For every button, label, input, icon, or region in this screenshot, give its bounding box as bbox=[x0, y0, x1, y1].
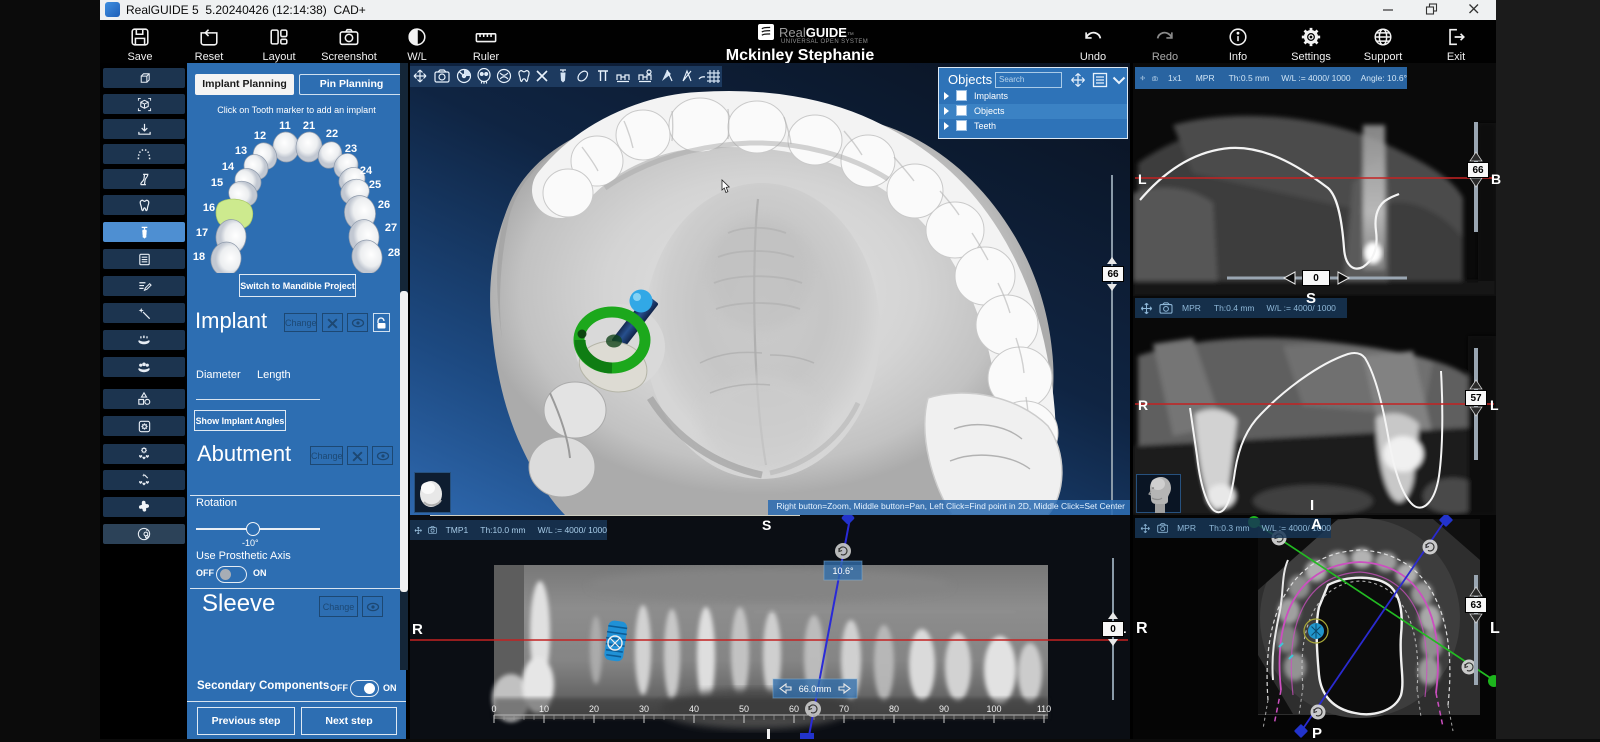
svg-text:20: 20 bbox=[589, 704, 599, 714]
svg-text:15: 15 bbox=[211, 177, 223, 189]
svg-text:24: 24 bbox=[360, 165, 373, 177]
svg-text:10.6°: 10.6° bbox=[832, 566, 854, 576]
svg-text:90: 90 bbox=[939, 704, 949, 714]
svg-text:12: 12 bbox=[254, 130, 266, 142]
svg-text:66.0mm: 66.0mm bbox=[799, 684, 832, 694]
svg-text:10: 10 bbox=[539, 704, 549, 714]
svg-text:23: 23 bbox=[345, 143, 357, 155]
svg-text:18: 18 bbox=[193, 251, 205, 263]
svg-text:26: 26 bbox=[378, 199, 390, 211]
svg-text:13: 13 bbox=[235, 145, 247, 157]
svg-text:28: 28 bbox=[388, 247, 400, 259]
svg-text:17: 17 bbox=[196, 227, 208, 239]
svg-text:50: 50 bbox=[739, 704, 749, 714]
svg-text:21: 21 bbox=[303, 120, 315, 132]
svg-text:60: 60 bbox=[789, 704, 799, 714]
svg-text:70: 70 bbox=[839, 704, 849, 714]
svg-text:22: 22 bbox=[326, 128, 338, 140]
svg-text:100: 100 bbox=[986, 704, 1001, 714]
svg-text:11: 11 bbox=[279, 120, 291, 132]
svg-text:110: 110 bbox=[1037, 704, 1051, 714]
svg-text:30: 30 bbox=[639, 704, 649, 714]
svg-text:0: 0 bbox=[491, 704, 496, 714]
svg-text:80: 80 bbox=[889, 704, 899, 714]
svg-text:16: 16 bbox=[203, 202, 215, 214]
svg-text:25: 25 bbox=[369, 179, 381, 191]
svg-text:14: 14 bbox=[222, 161, 235, 173]
svg-text:40: 40 bbox=[689, 704, 699, 714]
svg-text:27: 27 bbox=[385, 222, 397, 234]
